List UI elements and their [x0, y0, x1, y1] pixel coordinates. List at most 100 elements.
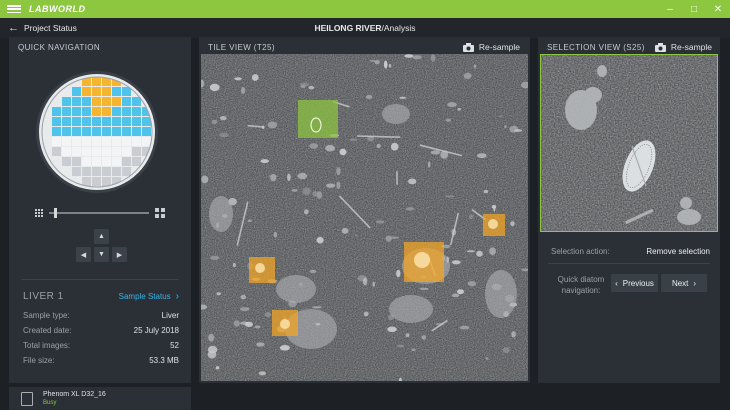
pan-down-button[interactable]: ▼	[94, 247, 109, 262]
remove-selection-button[interactable]: Remove selection	[646, 247, 710, 256]
wafer-cell[interactable]	[112, 147, 121, 156]
wafer-cell[interactable]	[82, 157, 91, 166]
candidate-region[interactable]	[272, 310, 298, 336]
wafer-cell[interactable]	[82, 137, 91, 146]
wafer-cell[interactable]	[122, 137, 131, 146]
wafer-cell[interactable]	[112, 87, 121, 96]
wafer-cell[interactable]	[132, 137, 141, 146]
wafer-cell[interactable]	[62, 137, 71, 146]
wafer-cell[interactable]	[112, 157, 121, 166]
wafer-cell[interactable]	[132, 97, 141, 106]
wafer-cell[interactable]	[82, 117, 91, 126]
wafer-cell[interactable]	[102, 97, 111, 106]
wafer-cell[interactable]	[132, 107, 141, 116]
wafer-cell[interactable]	[72, 127, 81, 136]
wafer-cell[interactable]	[122, 97, 131, 106]
wafer-cell[interactable]	[112, 127, 121, 136]
wafer-cell[interactable]	[72, 107, 81, 116]
tile-resample-button[interactable]: Re-sample	[462, 42, 520, 52]
tile-image[interactable]	[201, 54, 528, 381]
wafer-cell[interactable]	[82, 127, 91, 136]
wafer-cell[interactable]	[92, 177, 101, 186]
wafer-cell[interactable]	[132, 157, 141, 166]
wafer-cell[interactable]	[102, 87, 111, 96]
wafer-cell[interactable]	[62, 117, 71, 126]
wafer-cell[interactable]	[112, 97, 121, 106]
wafer-map[interactable]	[35, 70, 159, 194]
wafer-cell[interactable]	[62, 97, 71, 106]
slider-thumb[interactable]	[54, 208, 57, 218]
sample-status-link[interactable]: Sample Status ›	[119, 291, 179, 302]
slider-track[interactable]	[49, 212, 149, 214]
pan-up-button[interactable]: ▲	[94, 229, 109, 244]
wafer-cell[interactable]	[122, 117, 131, 126]
wafer-cell[interactable]	[92, 117, 101, 126]
wafer-cell[interactable]	[72, 137, 81, 146]
wafer-cell[interactable]	[112, 117, 121, 126]
wafer-cell[interactable]	[62, 147, 71, 156]
candidate-region[interactable]	[249, 257, 275, 283]
wafer-cell[interactable]	[72, 87, 81, 96]
wafer-cell[interactable]	[122, 157, 131, 166]
wafer-cell[interactable]	[92, 77, 101, 86]
back-button[interactable]: ← Project Status	[8, 22, 77, 34]
hamburger-menu-icon[interactable]	[7, 4, 21, 14]
wafer-cell[interactable]	[82, 107, 91, 116]
wafer-cell[interactable]	[142, 137, 151, 146]
wafer-cell[interactable]	[102, 147, 111, 156]
wafer-cell[interactable]	[72, 157, 81, 166]
wafer-cell[interactable]	[52, 147, 61, 156]
wafer-cell[interactable]	[62, 157, 71, 166]
wafer-cell[interactable]	[52, 117, 61, 126]
wafer-cell[interactable]	[92, 147, 101, 156]
wafer-cell[interactable]	[132, 147, 141, 156]
device-card[interactable]: Phenom XL D32_16 Busy	[9, 387, 191, 410]
wafer-cell[interactable]	[52, 137, 61, 146]
wafer-cell[interactable]	[72, 117, 81, 126]
candidate-region[interactable]	[404, 242, 444, 282]
wafer-cell[interactable]	[102, 157, 111, 166]
wafer-cell[interactable]	[82, 87, 91, 96]
selection-image[interactable]	[540, 54, 718, 232]
wafer-cell[interactable]	[102, 127, 111, 136]
wafer-cell[interactable]	[92, 107, 101, 116]
wafer-cell[interactable]	[52, 107, 61, 116]
wafer-cell[interactable]	[112, 107, 121, 116]
wafer-cell[interactable]	[112, 167, 121, 176]
wafer-cell[interactable]	[92, 127, 101, 136]
wafer-cell[interactable]	[52, 127, 61, 136]
wafer-cell[interactable]	[132, 117, 141, 126]
wafer-cell[interactable]	[72, 97, 81, 106]
wafer-cell[interactable]	[122, 107, 131, 116]
pan-right-button[interactable]: ▶	[112, 247, 127, 262]
selection-resample-button[interactable]: Re-sample	[654, 42, 712, 52]
wafer-cell[interactable]	[102, 167, 111, 176]
wafer-cell[interactable]	[122, 127, 131, 136]
wafer-cell[interactable]	[82, 97, 91, 106]
wafer-cell[interactable]	[72, 147, 81, 156]
wafer-cell[interactable]	[92, 167, 101, 176]
wafer-cell[interactable]	[112, 137, 121, 146]
wafer-cell[interactable]	[62, 107, 71, 116]
wafer-cell[interactable]	[82, 147, 91, 156]
wafer-cell[interactable]	[92, 87, 101, 96]
wafer-cell[interactable]	[92, 97, 101, 106]
candidate-region[interactable]	[483, 214, 505, 236]
pan-left-button[interactable]: ◀	[76, 247, 91, 262]
wafer-cell[interactable]	[72, 167, 81, 176]
wafer-cell[interactable]	[82, 167, 91, 176]
wafer-cell[interactable]	[142, 117, 151, 126]
next-button[interactable]: Next ›	[661, 274, 707, 292]
wafer-cell[interactable]	[102, 177, 111, 186]
minimize-button[interactable]: –	[658, 0, 682, 18]
wafer-cell[interactable]	[142, 127, 151, 136]
previous-button[interactable]: ‹ Previous	[611, 274, 658, 292]
wafer-cell[interactable]	[92, 157, 101, 166]
wafer-cell[interactable]	[122, 147, 131, 156]
wafer-cell[interactable]	[132, 127, 141, 136]
wafer-cell[interactable]	[62, 127, 71, 136]
wafer-cell[interactable]	[82, 177, 91, 186]
maximize-button[interactable]: □	[682, 0, 706, 18]
selected-region[interactable]	[298, 100, 338, 138]
wafer-cell[interactable]	[122, 167, 131, 176]
